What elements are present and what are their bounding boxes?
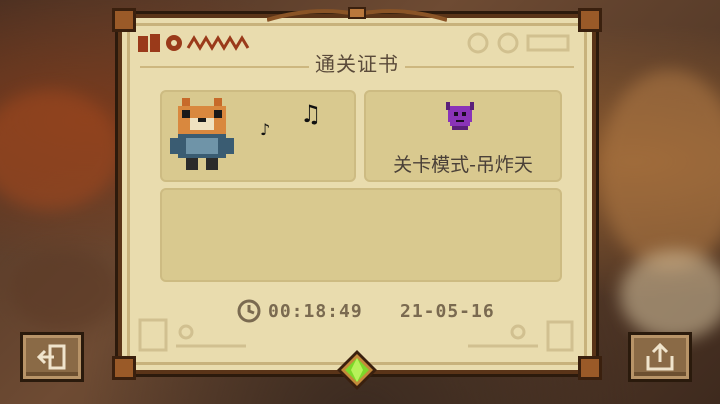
share-icon <box>646 342 674 371</box>
top-ornament <box>267 7 447 22</box>
green-gem-icon <box>337 350 377 390</box>
frame-corner <box>112 356 136 380</box>
mode-label: 关卡模式-吊炸天 <box>393 154 533 176</box>
pattern-decoration <box>138 318 246 352</box>
exit-icon <box>36 344 66 370</box>
demon-mask-icon <box>446 102 474 130</box>
clear-time: 00:18:49 <box>268 301 363 322</box>
background-blob <box>620 250 720 340</box>
frame-corner <box>578 8 602 32</box>
frame-corner <box>578 356 602 380</box>
share-button[interactable] <box>628 332 692 382</box>
pattern-decoration <box>468 320 574 352</box>
music-note-icon: ♪ <box>260 120 271 139</box>
details-panel <box>160 188 562 282</box>
frame-corner <box>112 8 136 32</box>
certificate-title: 通关证书 <box>122 48 592 77</box>
background-blob <box>10 250 120 330</box>
background-blob <box>600 70 720 270</box>
music-note-icon: ♫ <box>300 100 322 128</box>
exit-button[interactable] <box>20 332 84 382</box>
background-blob <box>0 90 120 210</box>
character-avatar <box>170 98 234 170</box>
certificate-panel: 通关证书 ♪ ♫ 关卡模式-吊炸天 00:18:49 21-05-16 <box>112 7 602 380</box>
